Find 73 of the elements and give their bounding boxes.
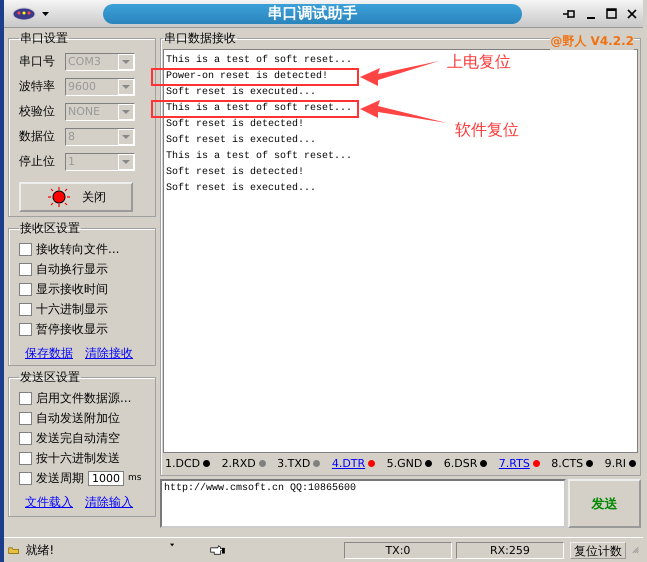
field-label: 校验位: [19, 103, 56, 120]
reset-count-button[interactable]: 复位计数: [570, 542, 626, 558]
checkbox-label: 显示接收时间: [36, 280, 108, 298]
signal-label: 9.RI: [604, 456, 626, 470]
checkbox[interactable]: [19, 392, 32, 404]
text-line: Power-on reset is detected!: [166, 71, 328, 83]
link[interactable]: 清除输入: [85, 494, 133, 511]
signal-label: 2.RXD: [222, 456, 256, 470]
signal-label: 1.DCD: [165, 456, 200, 470]
checkbox-label: 十六进制显示: [36, 300, 108, 318]
checkbox-label: 接收转向文件...: [36, 240, 120, 258]
signal-label: 8.CTS: [551, 456, 584, 470]
checkbox-label: 自动发送附加位: [36, 410, 120, 426]
app-logo-icon[interactable]: [12, 6, 36, 20]
checkbox-label: 启用文件数据源...: [36, 390, 132, 406]
group-title: 发送区设置: [19, 369, 81, 386]
close-icon[interactable]: [627, 8, 637, 18]
text-line: This is a test of soft reset...: [166, 151, 352, 163]
group-title: 串口数据接收: [163, 30, 237, 47]
version-label: @野人 V4.2.2: [550, 33, 634, 50]
text-line: Soft reset is executed...: [166, 135, 316, 147]
field-label: 数据位: [19, 128, 56, 145]
checkbox[interactable]: [19, 452, 32, 464]
link[interactable]: 保存数据: [25, 345, 73, 362]
text-line: Soft reset is executed...: [166, 183, 316, 195]
signal-label: 3.TXD: [277, 456, 310, 470]
signal-label: 6.DSR: [444, 456, 478, 470]
pointing-hand-icon: [210, 543, 226, 557]
signal-link[interactable]: 4.DTR: [332, 456, 366, 470]
indicator-lamp-icon: [46, 186, 72, 208]
field-label: 串口号: [19, 53, 56, 70]
checkbox[interactable]: [19, 302, 32, 316]
unit-label: ms: [128, 473, 142, 483]
checkbox[interactable]: [19, 322, 32, 336]
group-title: 串口设置: [19, 30, 69, 47]
pin-icon[interactable]: [562, 8, 576, 20]
maximize-icon[interactable]: [606, 8, 617, 19]
rx-counter: RX:259: [456, 542, 564, 558]
signal-label: 5.GND: [386, 456, 422, 470]
group-title: 接收区设置: [19, 220, 81, 237]
checkbox[interactable]: [19, 472, 32, 484]
caret-icon[interactable]: [170, 543, 174, 547]
text-line: This is a test of soft reset...: [166, 55, 352, 67]
checkbox[interactable]: [19, 262, 32, 276]
tx-counter: TX:0: [344, 542, 452, 558]
checkbox-label: 发送完自动清空: [36, 430, 120, 446]
window-title: 串口调试助手: [268, 4, 358, 23]
text-line: Soft reset is executed...: [166, 87, 316, 99]
send-button[interactable]: 发送: [568, 479, 641, 528]
text-line: Soft reset is detected!: [166, 167, 304, 179]
checkbox-label: 按十六进制发送: [36, 450, 120, 466]
link[interactable]: 清除接收: [85, 345, 133, 362]
checkbox[interactable]: [19, 412, 32, 424]
text-line: Soft reset is detected!: [166, 119, 304, 131]
link[interactable]: 文件载入: [25, 494, 73, 511]
checkbox[interactable]: [19, 432, 32, 444]
field-label: 停止位: [19, 153, 56, 170]
signal-link[interactable]: 7.RTS: [498, 456, 530, 470]
annotation-label: 软件复位: [455, 120, 519, 139]
close-port-button[interactable]: 关闭: [19, 182, 133, 212]
checkbox[interactable]: [19, 282, 32, 296]
checkbox-label: 自动换行显示: [36, 260, 108, 278]
status-message: 就绪!: [25, 542, 54, 558]
caret-icon[interactable]: [42, 12, 49, 16]
period-field[interactable]: 1000: [88, 470, 124, 486]
send-text-area[interactable]: http://www.cmsoft.cn QQ:10865600: [160, 479, 566, 528]
checkbox[interactable]: [19, 242, 32, 256]
checkbox-label: 暂停接收显示: [36, 320, 108, 338]
resize-grip-icon[interactable]: [632, 545, 640, 555]
annotation-label: 上电复位: [447, 52, 511, 71]
text-line: This is a test of soft reset...: [166, 103, 352, 115]
checkbox-label: 发送周期: [36, 470, 84, 486]
field-label: 波特率: [19, 78, 56, 95]
